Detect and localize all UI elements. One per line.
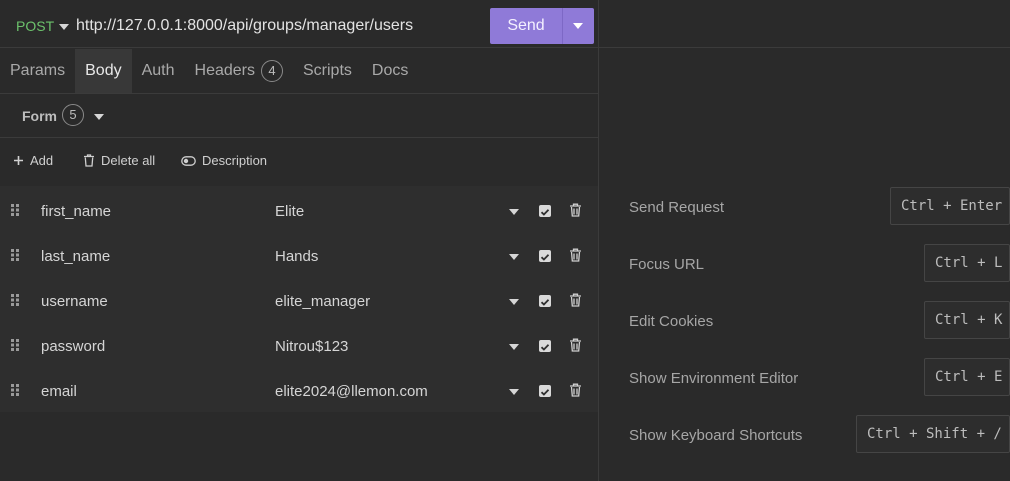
description-toggle[interactable]: Description (181, 153, 267, 168)
drag-handle-icon[interactable] (11, 339, 20, 351)
table-row: username elite_manager (0, 277, 598, 322)
send-button-group: Send (490, 8, 594, 44)
param-type-chevron-down-icon[interactable] (509, 209, 519, 215)
param-value-field[interactable]: Nitrou$123 (275, 338, 348, 355)
shortcut-label-send-request: Send Request (629, 199, 725, 216)
shortcut-keys-environment-editor: Ctrl + E (924, 358, 1010, 396)
drag-handle-icon[interactable] (11, 294, 20, 306)
param-enabled-checkbox[interactable] (539, 385, 551, 397)
toggle-icon (181, 155, 196, 166)
drag-handle-icon[interactable] (11, 249, 20, 261)
param-type-chevron-down-icon[interactable] (509, 299, 519, 305)
tab-scripts[interactable]: Scripts (293, 49, 362, 93)
method-selector[interactable]: POST (16, 18, 54, 34)
param-name-field[interactable]: username (41, 293, 108, 310)
param-value-field[interactable]: elite2024@llemon.com (275, 383, 428, 400)
add-label: Add (30, 153, 54, 168)
param-value-field[interactable]: Hands (275, 248, 318, 265)
method-chevron-down-icon[interactable] (59, 24, 69, 30)
check-icon (540, 209, 550, 216)
form-params-list: first_name Elite last_name Hands usernam… (0, 186, 598, 412)
tab-label: Body (85, 62, 122, 79)
drag-handle-icon[interactable] (11, 204, 20, 216)
headers-count-badge: 4 (261, 60, 283, 82)
url-input[interactable]: http://127.0.0.1:8000/api/groups/manager… (76, 17, 413, 35)
body-mode-selector[interactable]: Form 5 (0, 94, 598, 138)
tab-label: Scripts (303, 62, 352, 79)
check-icon (540, 344, 550, 351)
param-type-chevron-down-icon[interactable] (509, 254, 519, 260)
trash-icon (84, 154, 94, 167)
request-pane: POST http://127.0.0.1:8000/api/groups/ma… (0, 0, 598, 481)
url-bar: POST http://127.0.0.1:8000/api/groups/ma… (0, 4, 598, 48)
drag-handle-icon[interactable] (11, 384, 20, 396)
table-row: last_name Hands (0, 232, 598, 277)
param-name-field[interactable]: last_name (41, 248, 110, 265)
form-count-badge: 5 (62, 104, 84, 126)
param-type-chevron-down-icon[interactable] (509, 344, 519, 350)
check-icon (540, 299, 550, 306)
description-label: Description (202, 153, 268, 168)
trash-icon[interactable] (569, 338, 582, 352)
trash-icon[interactable] (569, 383, 582, 397)
trash-icon[interactable] (569, 203, 582, 217)
body-mode-label: Form (22, 108, 57, 124)
delete-all-button[interactable]: Delete all (83, 153, 155, 168)
param-enabled-checkbox[interactable] (539, 295, 551, 307)
tab-label: Docs (371, 62, 409, 79)
param-enabled-checkbox[interactable] (539, 205, 551, 217)
delete-all-label: Delete all (101, 153, 156, 168)
response-header (599, 4, 1010, 48)
shortcut-label-environment-editor: Show Environment Editor (629, 370, 799, 387)
trash-icon[interactable] (569, 248, 582, 262)
shortcut-keys-focus-url: Ctrl + L (924, 244, 1010, 282)
tab-headers[interactable]: Headers 4 (185, 49, 293, 93)
param-enabled-checkbox[interactable] (539, 250, 551, 262)
body-toolbar: Add Delete all Description (0, 138, 598, 184)
chevron-down-icon (573, 23, 583, 29)
check-icon (540, 254, 550, 261)
send-options-button[interactable] (563, 8, 594, 44)
chevron-down-icon (94, 114, 104, 120)
shortcut-label-edit-cookies: Edit Cookies (629, 313, 714, 330)
table-row: password Nitrou$123 (0, 322, 598, 367)
tab-label: Auth (141, 62, 175, 79)
table-row: first_name Elite (0, 187, 598, 232)
check-icon (540, 389, 550, 396)
shortcut-label-keyboard-shortcuts: Show Keyboard Shortcuts (629, 427, 803, 444)
shortcut-keys-keyboard-shortcuts: Ctrl + Shift + / (856, 415, 1010, 453)
shortcut-keys-send-request: Ctrl + Enter (890, 187, 1010, 225)
param-name-field[interactable]: password (41, 338, 105, 355)
param-name-field[interactable]: email (41, 383, 77, 400)
param-enabled-checkbox[interactable] (539, 340, 551, 352)
send-button[interactable]: Send (490, 8, 562, 44)
tab-params[interactable]: Params (0, 49, 75, 93)
request-tabs: Params Body Auth Headers 4 Scripts Docs (0, 49, 598, 94)
param-name-field[interactable]: first_name (41, 203, 111, 220)
table-row: email elite2024@llemon.com (0, 367, 598, 412)
tab-label: Headers (194, 62, 255, 79)
response-pane: Send Request Ctrl + Enter Focus URL Ctrl… (599, 0, 1010, 481)
tab-body[interactable]: Body (75, 49, 132, 93)
param-type-chevron-down-icon[interactable] (509, 389, 519, 395)
shortcut-keys-edit-cookies: Ctrl + K (924, 301, 1010, 339)
add-param-button[interactable]: Add (13, 153, 53, 168)
param-value-field[interactable]: Elite (275, 203, 304, 220)
tab-auth[interactable]: Auth (132, 49, 185, 93)
plus-icon (14, 156, 23, 165)
shortcut-label-focus-url: Focus URL (629, 256, 705, 273)
tab-label: Params (10, 62, 66, 79)
trash-icon[interactable] (569, 293, 582, 307)
param-value-field[interactable]: elite_manager (275, 293, 370, 310)
tab-docs[interactable]: Docs (362, 49, 418, 93)
